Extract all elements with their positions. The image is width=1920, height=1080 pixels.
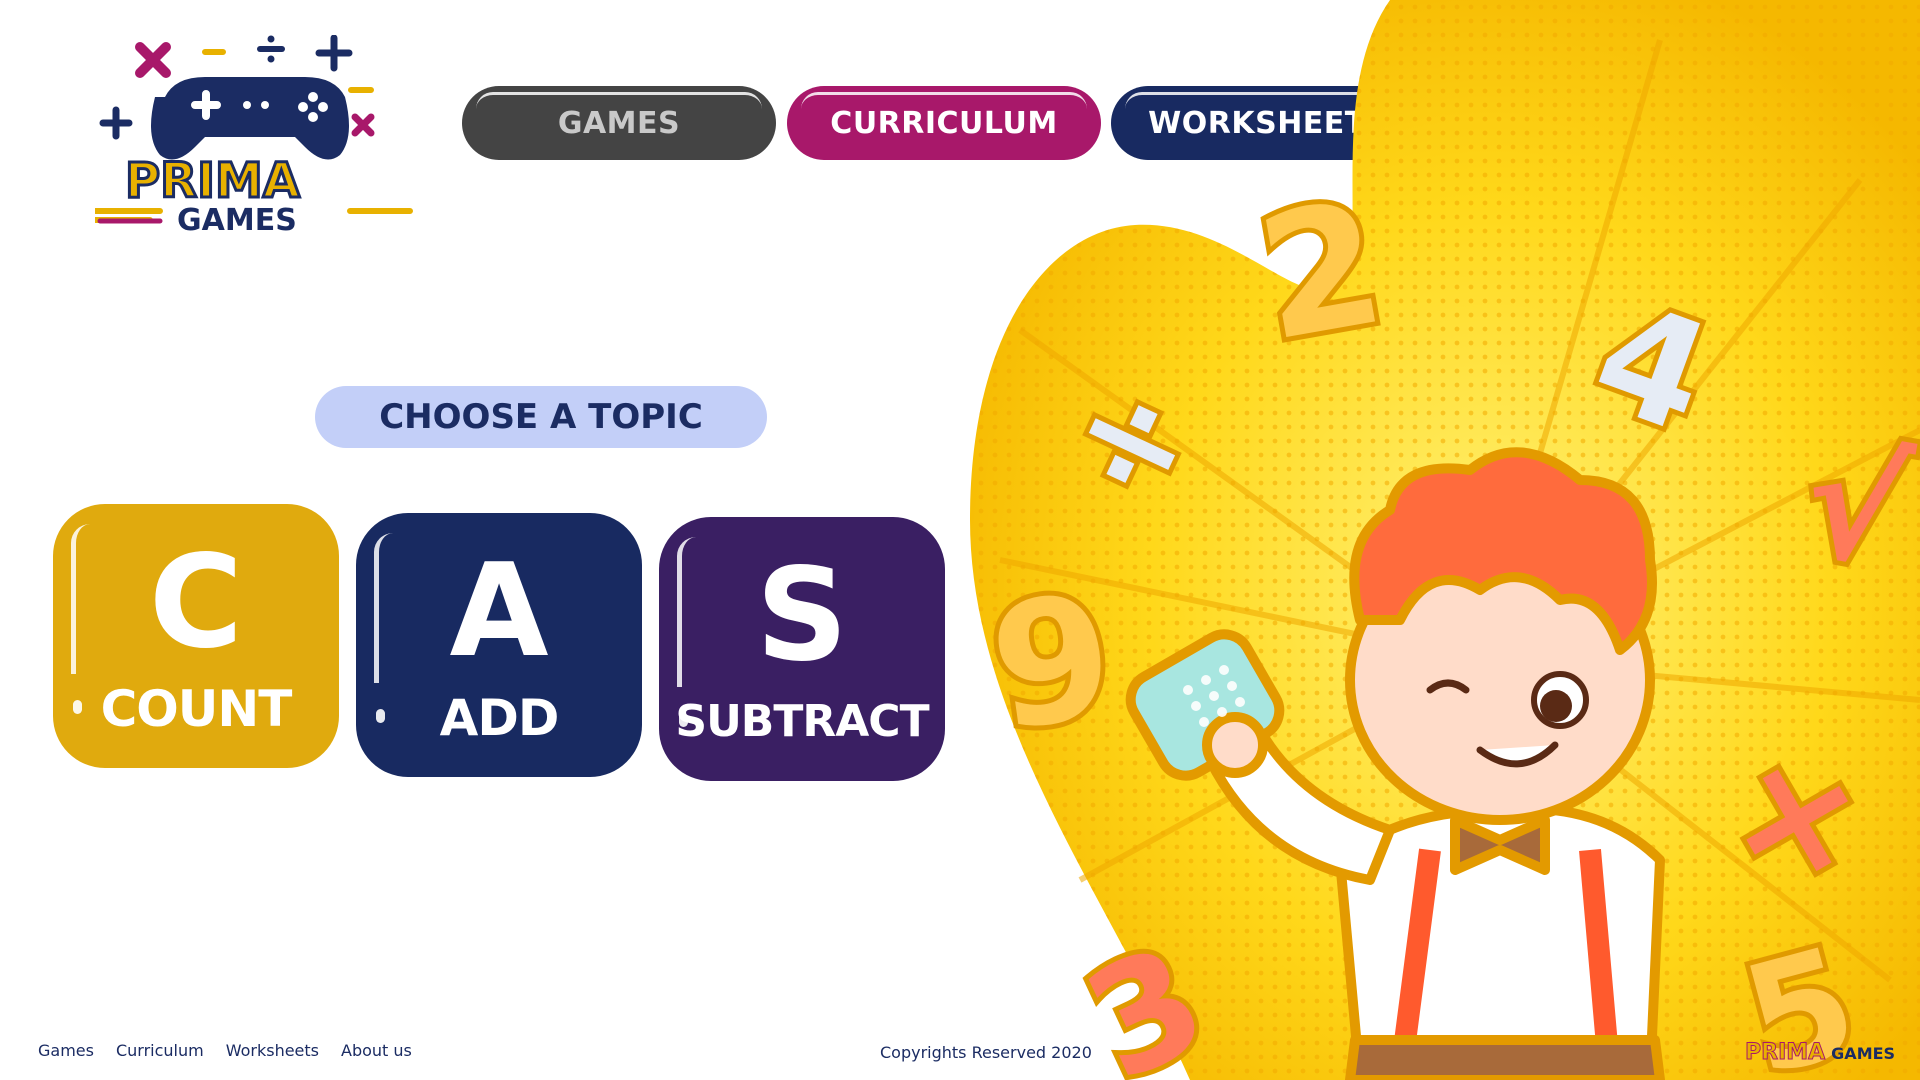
footer-link-worksheets[interactable]: Worksheets <box>226 1041 319 1060</box>
topic-count-card[interactable]: C COUNT <box>53 504 339 768</box>
topic-add-label: ADD <box>439 689 560 747</box>
choose-topic-heading: CHOOSE A TOPIC <box>315 386 767 448</box>
choose-topic-text: CHOOSE A TOPIC <box>379 397 703 437</box>
gamepad-logo-icon: PRIMA GAMES <box>95 35 413 238</box>
svg-text:PRIMA: PRIMA <box>125 153 300 209</box>
topic-add-card[interactable]: A ADD <box>356 513 642 777</box>
topic-count-label: COUNT <box>100 680 293 738</box>
topic-add-letter: A <box>449 537 549 686</box>
topic-count-letter: C <box>149 528 243 677</box>
topic-subtract-label: SUBTRACT <box>675 696 929 747</box>
footer-logo-primary: PRIMA <box>1744 1040 1826 1066</box>
nav-games-label: GAMES <box>557 105 681 141</box>
copyright-text: Copyrights Reserved 2020 <box>880 1043 1092 1062</box>
svg-text:GAMES: GAMES <box>177 203 297 238</box>
nav-games-button[interactable]: GAMES <box>462 86 776 160</box>
footer-logo-secondary: GAMES <box>1831 1044 1896 1063</box>
math-boy-illustration: 2 4 9 3 5 ÷ × √ <box>960 0 1920 1080</box>
footer-logo: PRIMA GAMES <box>1744 1040 1896 1066</box>
topic-subtract-letter: S <box>755 541 849 690</box>
footer-link-curriculum[interactable]: Curriculum <box>116 1041 204 1060</box>
footer-link-games[interactable]: Games <box>38 1041 94 1060</box>
footer-links: Games Curriculum Worksheets About us <box>38 1041 412 1060</box>
topic-subtract-card[interactable]: S SUBTRACT <box>659 517 945 781</box>
prima-games-logo[interactable]: PRIMA GAMES <box>95 35 415 240</box>
footer-link-about-us[interactable]: About us <box>341 1041 412 1060</box>
boy-with-calculator-icon: 2 4 9 3 5 ÷ × √ <box>970 0 1920 1080</box>
